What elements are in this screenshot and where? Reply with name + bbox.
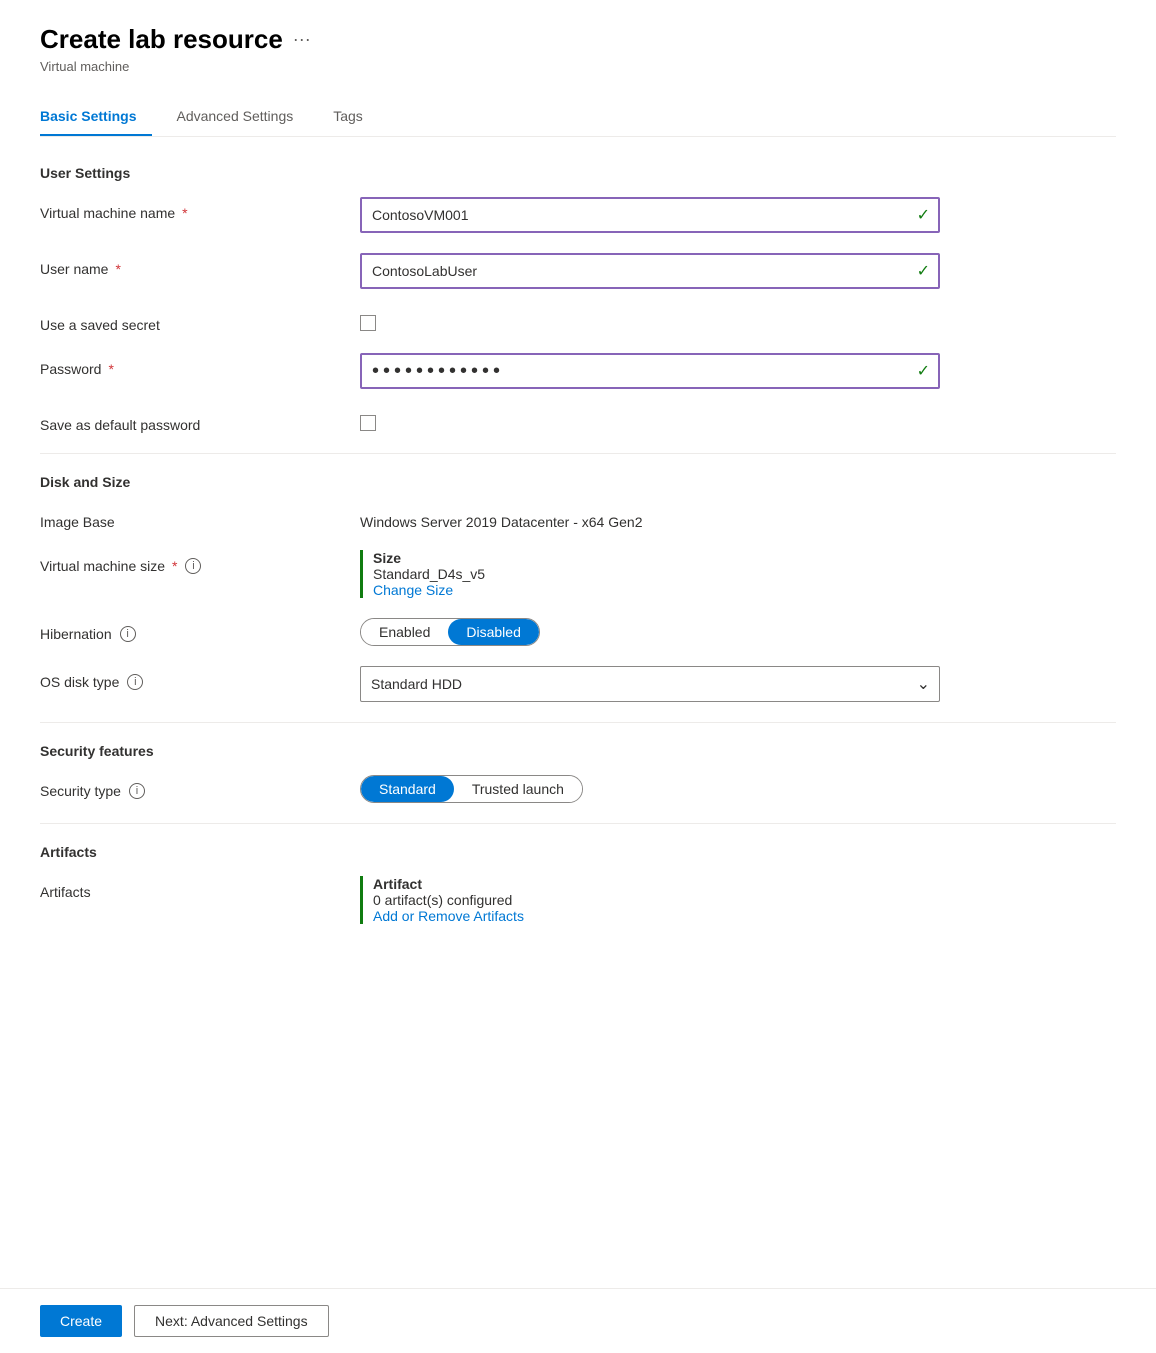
password-label: Password *: [40, 353, 360, 377]
separator-2: [40, 722, 1116, 723]
artifacts-row: Artifacts Artifact 0 artifact(s) configu…: [40, 876, 1116, 924]
security-trusted-launch-option[interactable]: Trusted launch: [454, 776, 582, 802]
password-required: *: [108, 361, 113, 377]
vm-size-required: *: [172, 558, 177, 574]
hibernation-label: Hibernation i: [40, 618, 360, 642]
save-default-password-label: Save as default password: [40, 409, 360, 433]
more-options-icon[interactable]: ···: [293, 29, 311, 50]
security-features-header: Security features: [40, 743, 1116, 759]
image-base-row: Image Base Windows Server 2019 Datacente…: [40, 506, 1116, 530]
hibernation-row: Hibernation i Enabled Disabled: [40, 618, 1116, 646]
page-subtitle: Virtual machine: [40, 59, 1116, 74]
username-required: *: [115, 261, 120, 277]
vm-name-control: ✓: [360, 197, 940, 233]
artifact-block: Artifact 0 artifact(s) configured Add or…: [360, 876, 940, 924]
image-base-label: Image Base: [40, 506, 360, 530]
password-row: Password * ✓: [40, 353, 1116, 389]
vm-size-info-icon[interactable]: i: [185, 558, 201, 574]
security-standard-option[interactable]: Standard: [361, 776, 454, 802]
tab-basic-settings[interactable]: Basic Settings: [40, 98, 152, 136]
password-input[interactable]: [360, 353, 940, 389]
username-check-icon: ✓: [917, 261, 930, 281]
user-settings-header: User Settings: [40, 165, 1116, 181]
saved-secret-checkbox[interactable]: [360, 315, 376, 331]
artifacts-section-header: Artifacts: [40, 844, 1116, 860]
hibernation-toggle-group: Enabled Disabled: [360, 618, 540, 646]
hibernation-enabled-option[interactable]: Enabled: [361, 619, 448, 645]
username-label: User name *: [40, 253, 360, 277]
next-advanced-settings-button[interactable]: Next: Advanced Settings: [134, 1305, 329, 1337]
artifacts-label: Artifacts: [40, 876, 360, 900]
save-default-password-row: Save as default password: [40, 409, 1116, 433]
save-default-password-control: [360, 409, 940, 431]
page-title: Create lab resource: [40, 24, 283, 55]
security-type-info-icon[interactable]: i: [129, 783, 145, 799]
vm-name-row: Virtual machine name * ✓: [40, 197, 1116, 233]
image-base-control: Windows Server 2019 Datacenter - x64 Gen…: [360, 506, 940, 530]
security-type-toggle-group: Standard Trusted launch: [360, 775, 583, 803]
vm-size-control: Size Standard_D4s_v5 Change Size: [360, 550, 940, 598]
vm-size-label: Virtual machine size * i: [40, 550, 360, 574]
separator-3: [40, 823, 1116, 824]
saved-secret-row: Use a saved secret: [40, 309, 1116, 333]
username-input[interactable]: [360, 253, 940, 289]
footer: Create Next: Advanced Settings: [0, 1288, 1156, 1353]
username-row: User name * ✓: [40, 253, 1116, 289]
security-type-label: Security type i: [40, 775, 360, 799]
vm-size-row: Virtual machine size * i Size Standard_D…: [40, 550, 1116, 598]
os-disk-dropdown-wrapper: Standard HDD Standard SSD Premium SSD ⌄: [360, 666, 940, 702]
vm-name-label: Virtual machine name *: [40, 197, 360, 221]
separator-1: [40, 453, 1116, 454]
password-control: ✓: [360, 353, 940, 389]
security-type-control: Standard Trusted launch: [360, 775, 940, 803]
saved-secret-checkbox-wrapper: [360, 309, 940, 331]
artifacts-control: Artifact 0 artifact(s) configured Add or…: [360, 876, 940, 924]
image-base-value: Windows Server 2019 Datacenter - x64 Gen…: [360, 506, 940, 530]
disk-and-size-header: Disk and Size: [40, 474, 1116, 490]
create-button[interactable]: Create: [40, 1305, 122, 1337]
os-disk-dropdown[interactable]: Standard HDD Standard SSD Premium SSD: [360, 666, 940, 702]
save-default-password-checkbox-wrapper: [360, 409, 940, 431]
saved-secret-control: [360, 309, 940, 331]
size-value: Standard_D4s_v5: [373, 566, 940, 582]
saved-secret-label: Use a saved secret: [40, 309, 360, 333]
add-remove-artifacts-link[interactable]: Add or Remove Artifacts: [373, 908, 524, 924]
size-block: Size Standard_D4s_v5 Change Size: [360, 550, 940, 598]
username-control: ✓: [360, 253, 940, 289]
vm-name-check-icon: ✓: [917, 205, 930, 225]
hibernation-control: Enabled Disabled: [360, 618, 940, 646]
hibernation-info-icon[interactable]: i: [120, 626, 136, 642]
password-check-icon: ✓: [917, 361, 930, 381]
os-disk-label: OS disk type i: [40, 666, 360, 690]
artifact-heading: Artifact: [373, 876, 940, 892]
os-disk-row: OS disk type i Standard HDD Standard SSD…: [40, 666, 1116, 702]
tab-advanced-settings[interactable]: Advanced Settings: [176, 98, 309, 136]
username-input-wrapper: ✓: [360, 253, 940, 289]
artifact-count: 0 artifact(s) configured: [373, 892, 940, 908]
vm-name-input[interactable]: [360, 197, 940, 233]
tab-tags[interactable]: Tags: [333, 98, 379, 136]
vm-name-input-wrapper: ✓: [360, 197, 940, 233]
security-type-row: Security type i Standard Trusted launch: [40, 775, 1116, 803]
tabs-bar: Basic Settings Advanced Settings Tags: [40, 98, 1116, 137]
password-input-wrapper: ✓: [360, 353, 940, 389]
os-disk-control: Standard HDD Standard SSD Premium SSD ⌄: [360, 666, 940, 702]
change-size-link[interactable]: Change Size: [373, 582, 453, 598]
save-default-password-checkbox[interactable]: [360, 415, 376, 431]
os-disk-info-icon[interactable]: i: [127, 674, 143, 690]
size-heading: Size: [373, 550, 940, 566]
hibernation-disabled-option[interactable]: Disabled: [448, 619, 538, 645]
vm-name-required: *: [182, 205, 187, 221]
